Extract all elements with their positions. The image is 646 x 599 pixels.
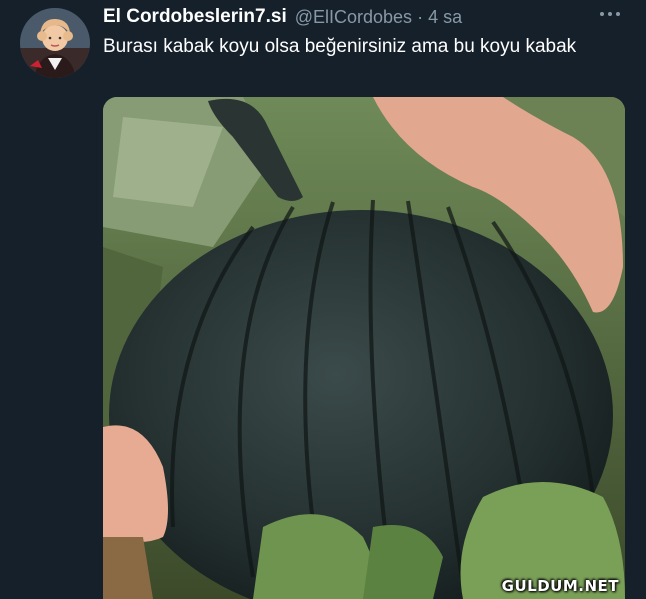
display-name[interactable]: El Cordobeslerin7.si (103, 6, 287, 28)
tweet[interactable]: El Cordobeslerin7.si @ElICordobes · 4 sa… (0, 0, 646, 599)
timestamp[interactable]: 4 sa (428, 7, 462, 28)
tweet-header: El Cordobeslerin7.si @ElICordobes · 4 sa (103, 4, 626, 30)
tweet-media[interactable]: GULDUM.NET (103, 97, 625, 599)
more-horizontal-icon[interactable] (598, 6, 622, 22)
avatar-image (20, 8, 90, 78)
user-handle[interactable]: @ElICordobes (295, 7, 412, 28)
dark-pumpkin-photo (103, 97, 625, 599)
avatar[interactable] (20, 8, 90, 78)
separator-dot: · (417, 6, 424, 27)
watermark: GULDUM.NET (501, 577, 619, 595)
tweet-text: Burası kabak koyu olsa beğenirsiniz ama … (103, 36, 577, 57)
